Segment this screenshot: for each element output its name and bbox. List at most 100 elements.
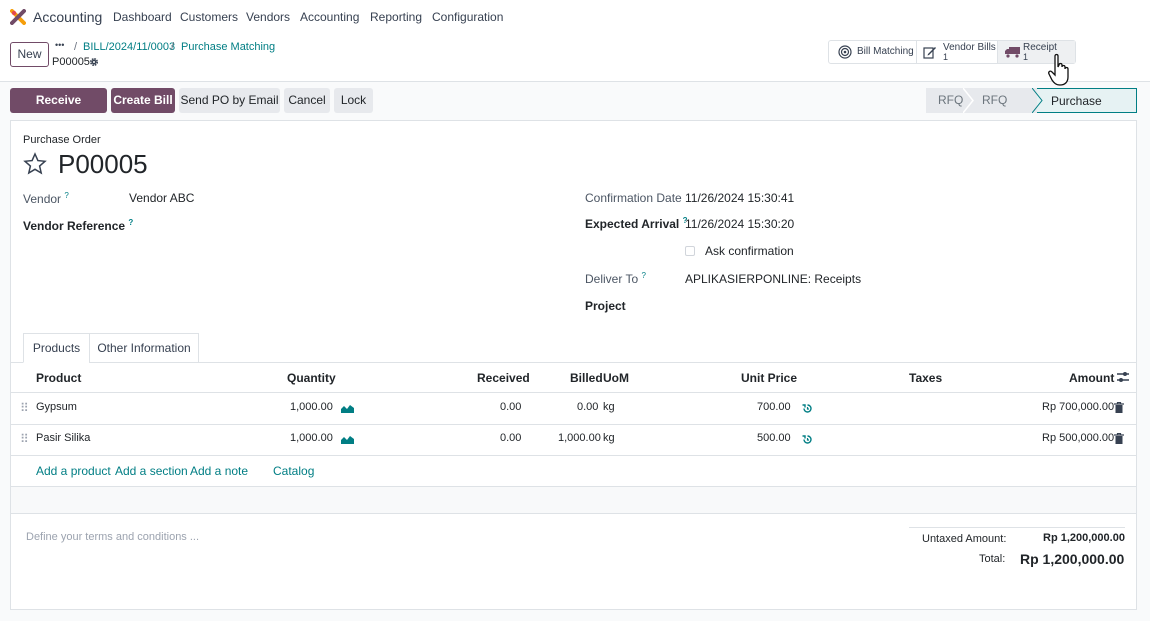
lock-button[interactable]: Lock [334,88,373,113]
vendor-label: Vendor ? [23,191,69,206]
ask-confirmation-label: Ask confirmation [705,244,794,258]
received-cell: 0.00 [500,432,522,444]
menu-dashboard[interactable]: Dashboard [113,10,172,24]
add-product-link[interactable]: Add a product [36,464,111,478]
truck-icon [1005,47,1020,58]
receipt-count: 1 [1023,52,1029,62]
breadcrumb-purchase-matching[interactable]: Purchase Matching [181,41,275,53]
status-chevron [963,88,974,113]
menu-accounting[interactable]: Accounting [300,10,359,24]
column-unit-price[interactable]: Unit Price [741,371,797,385]
header-divider [11,392,1136,393]
uom-cell[interactable]: kg [603,401,615,413]
gear-icon[interactable] [89,57,99,67]
ask-confirmation-checkbox[interactable] [685,246,695,256]
vendor-bills-count: 1 [943,52,949,62]
status-purchase-order[interactable]: Purchase Order [1037,88,1137,133]
amount-cell: Rp 500,000.00 [1042,432,1115,444]
column-taxes[interactable]: Taxes [909,371,942,385]
catalog-link[interactable]: Catalog [273,464,314,478]
column-quantity[interactable]: Quantity [287,371,336,385]
menu-reporting[interactable]: Reporting [370,10,422,24]
total-label: Total: [979,553,1006,565]
column-uom[interactable]: UoM [603,371,629,385]
vendor-reference-label: Vendor Reference ? [23,218,134,233]
menu-customers[interactable]: Customers [180,10,238,24]
receipt-label: Receipt [1023,42,1057,53]
breadcrumb-bill[interactable]: BILL/2024/11/0003 [83,41,175,53]
star-icon[interactable] [23,152,47,176]
history-icon[interactable] [802,434,813,445]
column-amount[interactable]: Amount [1069,371,1114,385]
forecast-chart-icon[interactable] [341,434,354,444]
receive-products-button[interactable]: Receive Products [10,88,107,132]
untaxed-amount-label: Untaxed Amount: [922,533,1007,545]
total-value: Rp 1,200,000.00 [1020,551,1125,567]
table-footer-band [11,486,1136,514]
product-cell[interactable]: Gypsum [36,401,77,413]
breadcrumb-separator: / [74,41,78,53]
column-received[interactable]: Received [477,371,530,385]
drag-handle-icon[interactable]: ⠿ [20,401,29,415]
add-note-link[interactable]: Add a note [190,464,248,478]
billed-cell: 1,000.00 [558,432,601,444]
optional-columns-icon[interactable] [1116,371,1130,383]
new-button[interactable]: New [10,42,49,67]
smart-buttons: Bill Matching Vendor Bills 1 Receipt 1 [828,40,1076,64]
row-divider [11,455,1136,456]
column-product[interactable]: Product [36,371,81,385]
unit-price-cell[interactable]: 700.00 [757,401,791,413]
amount-cell: Rp 700,000.00 [1042,401,1115,413]
uom-cell[interactable]: kg [603,432,615,444]
menu-configuration[interactable]: Configuration [432,10,503,24]
target-icon [838,45,852,59]
billed-cell: 0.00 [577,401,599,413]
tab-products[interactable]: Products [23,333,90,363]
product-cell[interactable]: Pasir Silika [36,432,90,444]
expected-arrival-label: Expected Arrival ? [585,216,688,231]
cancel-button[interactable]: Cancel [284,88,330,113]
app-name[interactable]: Accounting [33,9,102,25]
deliver-to-field[interactable]: APLIKASIERPONLINE: Receipts [685,272,861,286]
pencil-square-icon [923,47,936,59]
vendor-field[interactable]: Vendor ABC [129,191,194,205]
breadcrumb-separator: / [171,41,175,53]
form-subtitle: Purchase Order [23,134,101,146]
menu-vendors[interactable]: Vendors [246,10,290,24]
tab-other-information[interactable]: Other Information [89,333,199,363]
status-rfq-sent[interactable]: RFQ Sent [968,88,1037,132]
confirmation-date-field[interactable]: 11/26/2024 15:30:41 [685,191,794,205]
breadcrumb-more-button[interactable]: ••• [55,40,64,50]
status-chevron [1032,88,1043,113]
forecast-chart-icon[interactable] [341,403,354,413]
history-icon[interactable] [802,403,813,414]
trash-icon[interactable] [1114,433,1124,444]
column-billed[interactable]: Billed [570,371,603,385]
top-navbar: Accounting Dashboard Customers Vendors A… [0,0,1150,34]
vendor-bills-label: Vendor Bills [943,42,996,53]
hand-pointer-cursor-icon [1048,53,1069,86]
add-section-link[interactable]: Add a section [115,464,188,478]
status-rfq[interactable]: RFQ [926,88,968,113]
project-label: Project [585,299,626,313]
confirmation-date-label: Confirmation Date [585,191,682,205]
terms-conditions-input[interactable]: Define your terms and conditions ... [26,531,199,543]
create-bill-button[interactable]: Create Bill [111,88,175,113]
quantity-cell[interactable]: 1,000.00 [290,432,333,444]
bill-matching-label: Bill Matching [857,46,914,57]
deliver-to-label: Deliver To ? [585,271,646,286]
received-cell: 0.00 [500,401,522,413]
vendor-bills-button[interactable]: Vendor Bills 1 [917,41,998,63]
bill-matching-button[interactable]: Bill Matching [829,41,917,63]
expected-arrival-field[interactable]: 11/26/2024 15:30:20 [685,217,794,231]
accounting-app-icon[interactable] [10,9,26,25]
unit-price-cell[interactable]: 500.00 [757,432,791,444]
row-divider [11,424,1136,425]
form-title: P00005 [58,149,148,179]
drag-handle-icon[interactable]: ⠿ [20,432,29,446]
current-record-name: P00005 [52,56,90,68]
totals-divider [909,527,1125,528]
quantity-cell[interactable]: 1,000.00 [290,401,333,413]
send-po-email-button[interactable]: Send PO by Email [179,88,280,113]
trash-icon[interactable] [1114,402,1124,413]
